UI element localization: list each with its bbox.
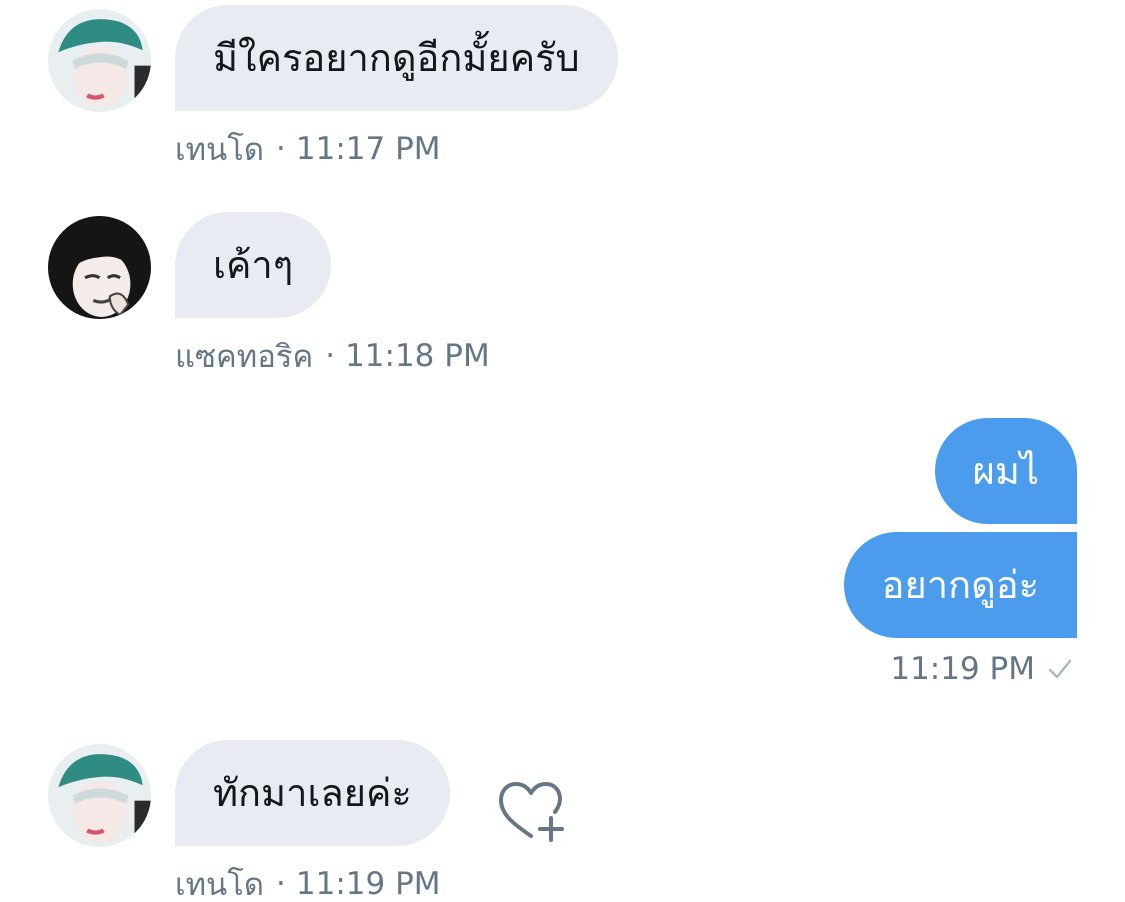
- outgoing-message-bubble[interactable]: อยากดูอ่ะ: [843, 532, 1077, 638]
- message-text: เค้าๆ: [213, 243, 294, 287]
- separator-dot: ·: [276, 131, 286, 167]
- outgoing-message-bubble[interactable]: ผมไ: [934, 418, 1077, 524]
- timestamp: 11:18 PM: [345, 338, 490, 374]
- separator-dot: ·: [325, 338, 336, 374]
- message-text: ผมไ: [972, 449, 1039, 493]
- separator-dot: ·: [276, 866, 286, 902]
- message-bubble[interactable]: มีใครอยากดูอีกมั้ยครับ: [175, 5, 618, 111]
- message-bubble[interactable]: เค้าๆ: [175, 212, 332, 318]
- timestamp: 11:19 PM: [890, 651, 1035, 687]
- message-meta: เทนโด · 11:19 PM: [175, 859, 441, 902]
- avatar-tendo[interactable]: [48, 9, 151, 112]
- timestamp: 11:17 PM: [295, 131, 441, 167]
- conversation-view: มีใครอยากดูอีกมั้ยครับ เทนโด · 11:17 PM …: [0, 0, 1125, 902]
- message-bubble[interactable]: ทักมาเลยค่ะ: [175, 740, 450, 846]
- avatar-zachtoric[interactable]: [48, 216, 151, 319]
- message-text: ทักมาเลยค่ะ: [213, 771, 412, 815]
- message-meta: เทนโด · 11:17 PM: [175, 124, 441, 174]
- sender-name: เทนโด: [175, 132, 265, 168]
- message-text: อยากดูอ่ะ: [881, 563, 1039, 607]
- message-meta: 11:19 PM: [890, 651, 1073, 687]
- avatar-tendo[interactable]: [48, 744, 151, 847]
- sender-name: เทนโด: [175, 867, 265, 902]
- sender-name: แซคทอริค: [175, 339, 314, 375]
- timestamp: 11:19 PM: [295, 866, 441, 902]
- message-meta: แซคทอริค · 11:18 PM: [175, 331, 490, 381]
- check-icon: [1047, 658, 1073, 680]
- heart-add-icon[interactable]: [497, 780, 567, 842]
- message-text: มีใครอยากดูอีกมั้ยครับ: [213, 36, 580, 80]
